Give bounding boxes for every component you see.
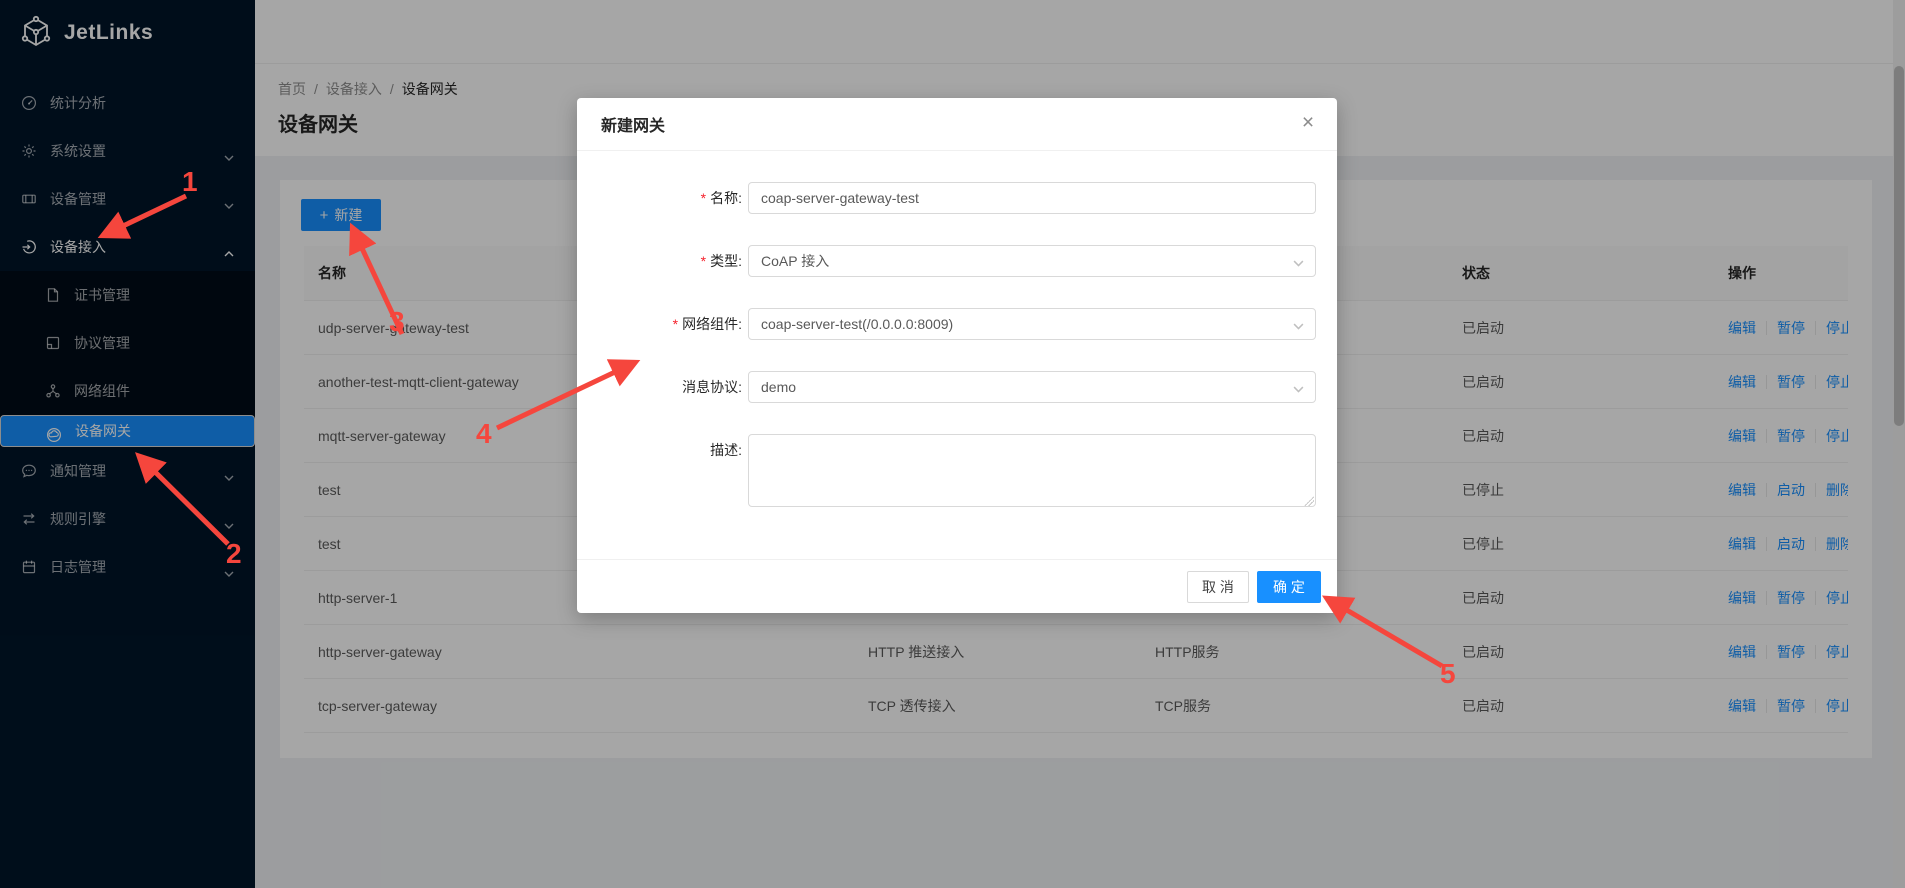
modal-header: 新建网关 [577, 98, 1337, 151]
app-root: JetLinks 统计分析系统设置设备管理设备接入证书管理协议管理网络组件设备网… [0, 0, 1905, 888]
required-asterisk: * [701, 190, 706, 206]
field-control: coap-server-test(/0.0.0.0:8009) [748, 308, 1316, 340]
名称-input[interactable] [748, 182, 1316, 214]
field-control [748, 182, 1316, 214]
modal-footer: 取 消 确 定 [577, 559, 1337, 613]
modal-close-icon[interactable]: × [1293, 108, 1323, 138]
form-row: *类型:CoAP 接入 [598, 245, 1316, 277]
描述-textarea[interactable] [748, 434, 1316, 507]
form-row: *网络组件:coap-server-test(/0.0.0.0:8009) [598, 308, 1316, 340]
field-label: *类型: [598, 245, 748, 277]
modal-title: 新建网关 [601, 112, 665, 136]
new-gateway-modal: 新建网关 × *名称:*类型:CoAP 接入*网络组件:coap-server-… [577, 98, 1337, 613]
类型-select[interactable]: CoAP 接入 [748, 245, 1316, 277]
form-row: 描述: [598, 434, 1316, 510]
field-control: CoAP 接入 [748, 245, 1316, 277]
modal-form: *名称:*类型:CoAP 接入*网络组件:coap-server-test(/0… [577, 151, 1337, 510]
field-label: *网络组件: [598, 308, 748, 340]
field-control [748, 434, 1316, 510]
form-row: *名称: [598, 182, 1316, 214]
field-label: 描述: [598, 434, 748, 510]
confirm-button[interactable]: 确 定 [1257, 571, 1321, 603]
required-asterisk: * [673, 316, 678, 332]
field-label: *名称: [598, 182, 748, 214]
field-label: 消息协议: [598, 371, 748, 403]
field-control: demo [748, 371, 1316, 403]
消息协议-select[interactable]: demo [748, 371, 1316, 403]
form-row: 消息协议:demo [598, 371, 1316, 403]
required-asterisk: * [701, 253, 706, 269]
cancel-button[interactable]: 取 消 [1187, 571, 1249, 603]
网络组件-select[interactable]: coap-server-test(/0.0.0.0:8009) [748, 308, 1316, 340]
